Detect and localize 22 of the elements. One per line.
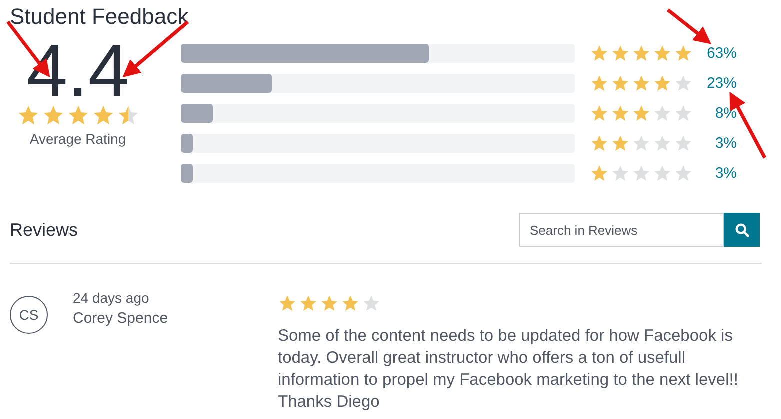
star-rating[interactable] [590, 134, 693, 153]
percent-link[interactable]: 8% [693, 105, 737, 122]
section-title: Student Feedback [10, 4, 189, 30]
percent-link[interactable]: 23% [693, 75, 737, 92]
reviews-heading: Reviews [10, 220, 78, 240]
average-rating-value: 4.4 [26, 38, 130, 104]
reviewer-name: Corey Spence [73, 309, 170, 329]
search-button[interactable] [724, 213, 760, 247]
average-rating-label: Average Rating [30, 131, 126, 147]
percent-link[interactable]: 63% [693, 45, 737, 62]
review-date: 24 days ago [73, 289, 150, 308]
star-rating[interactable] [590, 74, 693, 93]
star-rating[interactable] [590, 44, 693, 63]
avatar: CS [10, 296, 48, 334]
review-text: Some of the content needs to be updated for how Facebook is today. Overall great instructor who offers a ton of usefull information to propel my Facebook marketing to the next level!! Thanks Diego [278, 326, 740, 413]
star-rating[interactable] [590, 164, 693, 183]
percent-link[interactable]: 3% [693, 135, 737, 152]
annotation-arrow [666, 8, 712, 44]
percent-link[interactable]: 3% [693, 165, 737, 182]
star-rating[interactable] [590, 104, 693, 123]
search-field[interactable]: Search in Reviews [519, 213, 724, 247]
search-icon [734, 222, 750, 238]
